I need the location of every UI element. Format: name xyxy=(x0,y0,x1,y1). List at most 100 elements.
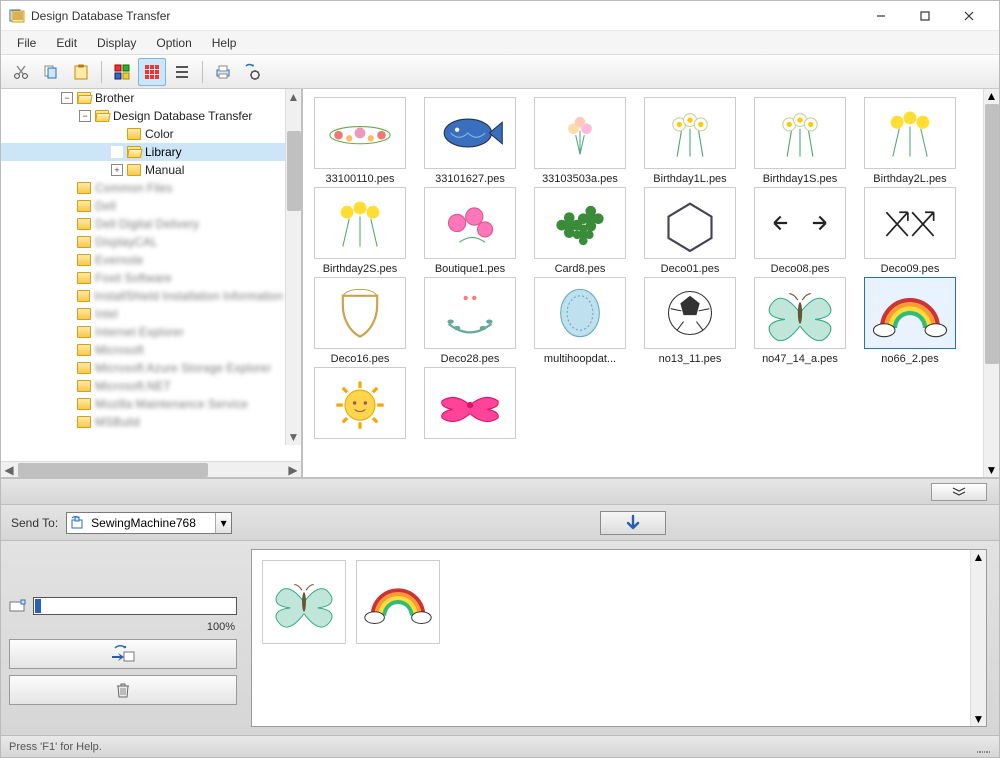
scroll-up-icon[interactable]: ▲ xyxy=(986,89,998,103)
thumb-preview[interactable] xyxy=(754,277,846,349)
view-large-icons-button[interactable] xyxy=(108,58,136,86)
tree-node-blurred[interactable]: Foxit Software xyxy=(1,269,285,287)
thumb-preview[interactable] xyxy=(754,187,846,259)
thumb-item[interactable]: Card8.pes xyxy=(527,187,633,275)
thumb-item[interactable]: Birthday1S.pes xyxy=(747,97,853,185)
close-button[interactable] xyxy=(947,2,991,30)
cut-button[interactable] xyxy=(7,58,35,86)
thumb-preview[interactable] xyxy=(644,97,736,169)
tree-node-manual[interactable]: +Manual xyxy=(1,161,285,179)
expand-icon[interactable]: + xyxy=(111,164,123,176)
thumb-item[interactable]: 33101627.pes xyxy=(417,97,523,185)
view-list-button[interactable] xyxy=(168,58,196,86)
scroll-left-icon[interactable]: ◀ xyxy=(1,462,17,478)
thumb-item[interactable]: Birthday1L.pes xyxy=(637,97,743,185)
thumb-preview[interactable] xyxy=(314,187,406,259)
queue-item[interactable] xyxy=(262,560,346,644)
tree-node-blurred[interactable]: MSBuild xyxy=(1,413,285,431)
transfer-button[interactable] xyxy=(9,639,237,669)
tree-node-color[interactable]: Color xyxy=(1,125,285,143)
thumb-item[interactable]: Birthday2L.pes xyxy=(857,97,963,185)
resize-grip-icon[interactable] xyxy=(977,740,991,754)
thumb-preview[interactable] xyxy=(314,367,406,439)
thumb-preview[interactable] xyxy=(424,367,516,439)
thumb-preview[interactable] xyxy=(534,97,626,169)
thumb-item[interactable]: multihoopdat... xyxy=(527,277,633,365)
thumb-preview[interactable] xyxy=(864,277,956,349)
delete-button[interactable] xyxy=(9,675,237,705)
paste-button[interactable] xyxy=(67,58,95,86)
scroll-up-icon[interactable]: ▲ xyxy=(286,89,302,105)
minimize-button[interactable] xyxy=(859,2,903,30)
thumb-item[interactable]: 33100110.pes xyxy=(307,97,413,185)
tree-node-blurred[interactable]: Microsoft.NET xyxy=(1,377,285,395)
thumb-vscrollbar[interactable]: ▲ ▼ xyxy=(983,89,999,477)
thumb-preview[interactable] xyxy=(644,187,736,259)
copy-button[interactable] xyxy=(37,58,65,86)
thumb-preview[interactable] xyxy=(864,187,956,259)
collapse-icon[interactable]: − xyxy=(61,92,73,104)
sendto-combobox[interactable]: SewingMachine768 ▾ xyxy=(66,512,232,534)
thumb-preview[interactable] xyxy=(754,97,846,169)
thumb-item[interactable]: Deco09.pes xyxy=(857,187,963,275)
tree-node-blurred[interactable]: DisplayCAL xyxy=(1,233,285,251)
queue-vscrollbar[interactable]: ▲ ▼ xyxy=(970,550,986,726)
thumb-item[interactable]: Boutique1.pes xyxy=(417,187,523,275)
menu-file[interactable]: File xyxy=(7,31,46,54)
settings-button[interactable] xyxy=(239,58,267,86)
tree-node-brother[interactable]: −Brother xyxy=(1,89,285,107)
thumb-item[interactable]: Deco28.pes xyxy=(417,277,523,365)
add-to-queue-button[interactable] xyxy=(600,511,666,535)
print-button[interactable] xyxy=(209,58,237,86)
menu-option[interactable]: Option xyxy=(146,31,201,54)
thumb-item[interactable]: no13_11.pes xyxy=(637,277,743,365)
tree-node-blurred[interactable]: InstallShield Installation Information xyxy=(1,287,285,305)
thumb-preview[interactable] xyxy=(424,277,516,349)
menu-help[interactable]: Help xyxy=(202,31,247,54)
thumb-item[interactable]: Deco08.pes xyxy=(747,187,853,275)
scroll-up-icon[interactable]: ▲ xyxy=(973,550,985,564)
scroll-thumb[interactable] xyxy=(287,131,301,211)
menu-display[interactable]: Display xyxy=(87,31,146,54)
thumb-preview[interactable] xyxy=(864,97,956,169)
thumb-item[interactable] xyxy=(307,367,413,455)
tree-node-blurred[interactable]: Dell Digital Delivery xyxy=(1,215,285,233)
collapse-panel-button[interactable] xyxy=(931,483,987,501)
tree-node-blurred[interactable]: Microsoft xyxy=(1,341,285,359)
tree-node-blurred[interactable]: Intel xyxy=(1,305,285,323)
scroll-right-icon[interactable]: ▶ xyxy=(285,462,301,478)
thumbnail-scroll[interactable]: 33100110.pes33101627.pes33103503a.pesBir… xyxy=(303,89,999,477)
tree-vscrollbar[interactable]: ▲ ▼ xyxy=(285,89,301,445)
folder-tree[interactable]: −Brother −Design Database Transfer Color… xyxy=(1,89,285,445)
thumb-item[interactable]: Birthday2S.pes xyxy=(307,187,413,275)
tree-node-blurred[interactable]: Internet Explorer xyxy=(1,323,285,341)
scroll-down-icon[interactable]: ▼ xyxy=(973,712,985,726)
tree-hscrollbar[interactable]: ◀ ▶ xyxy=(1,461,301,477)
maximize-button[interactable] xyxy=(903,2,947,30)
tree-node-blurred[interactable]: Evernote xyxy=(1,251,285,269)
tree-node-blurred[interactable]: Common Files xyxy=(1,179,285,197)
view-small-icons-button[interactable] xyxy=(138,58,166,86)
tree-node-library[interactable]: Library xyxy=(1,143,285,161)
scroll-down-icon[interactable]: ▼ xyxy=(286,429,302,445)
thumb-item[interactable] xyxy=(417,367,523,455)
transfer-queue[interactable]: ▲ ▼ xyxy=(251,549,987,727)
thumb-preview[interactable] xyxy=(314,277,406,349)
menu-edit[interactable]: Edit xyxy=(46,31,87,54)
scroll-thumb[interactable] xyxy=(985,104,999,364)
thumb-item[interactable]: no66_2.pes xyxy=(857,277,963,365)
thumb-item[interactable]: Deco16.pes xyxy=(307,277,413,365)
thumb-preview[interactable] xyxy=(424,97,516,169)
thumb-item[interactable]: 33103503a.pes xyxy=(527,97,633,185)
thumb-item[interactable]: Deco01.pes xyxy=(637,187,743,275)
tree-node-blurred[interactable]: Microsoft Azure Storage Explorer xyxy=(1,359,285,377)
tree-node-blurred[interactable]: Dell xyxy=(1,197,285,215)
tree-node-blurred[interactable]: Mozilla Maintenance Service xyxy=(1,395,285,413)
scroll-down-icon[interactable]: ▼ xyxy=(986,463,998,477)
thumb-item[interactable]: no47_14_a.pes xyxy=(747,277,853,365)
thumb-preview[interactable] xyxy=(644,277,736,349)
thumb-preview[interactable] xyxy=(534,187,626,259)
tree-node-app[interactable]: −Design Database Transfer xyxy=(1,107,285,125)
thumb-preview[interactable] xyxy=(424,187,516,259)
chevron-down-icon[interactable]: ▾ xyxy=(215,513,231,533)
